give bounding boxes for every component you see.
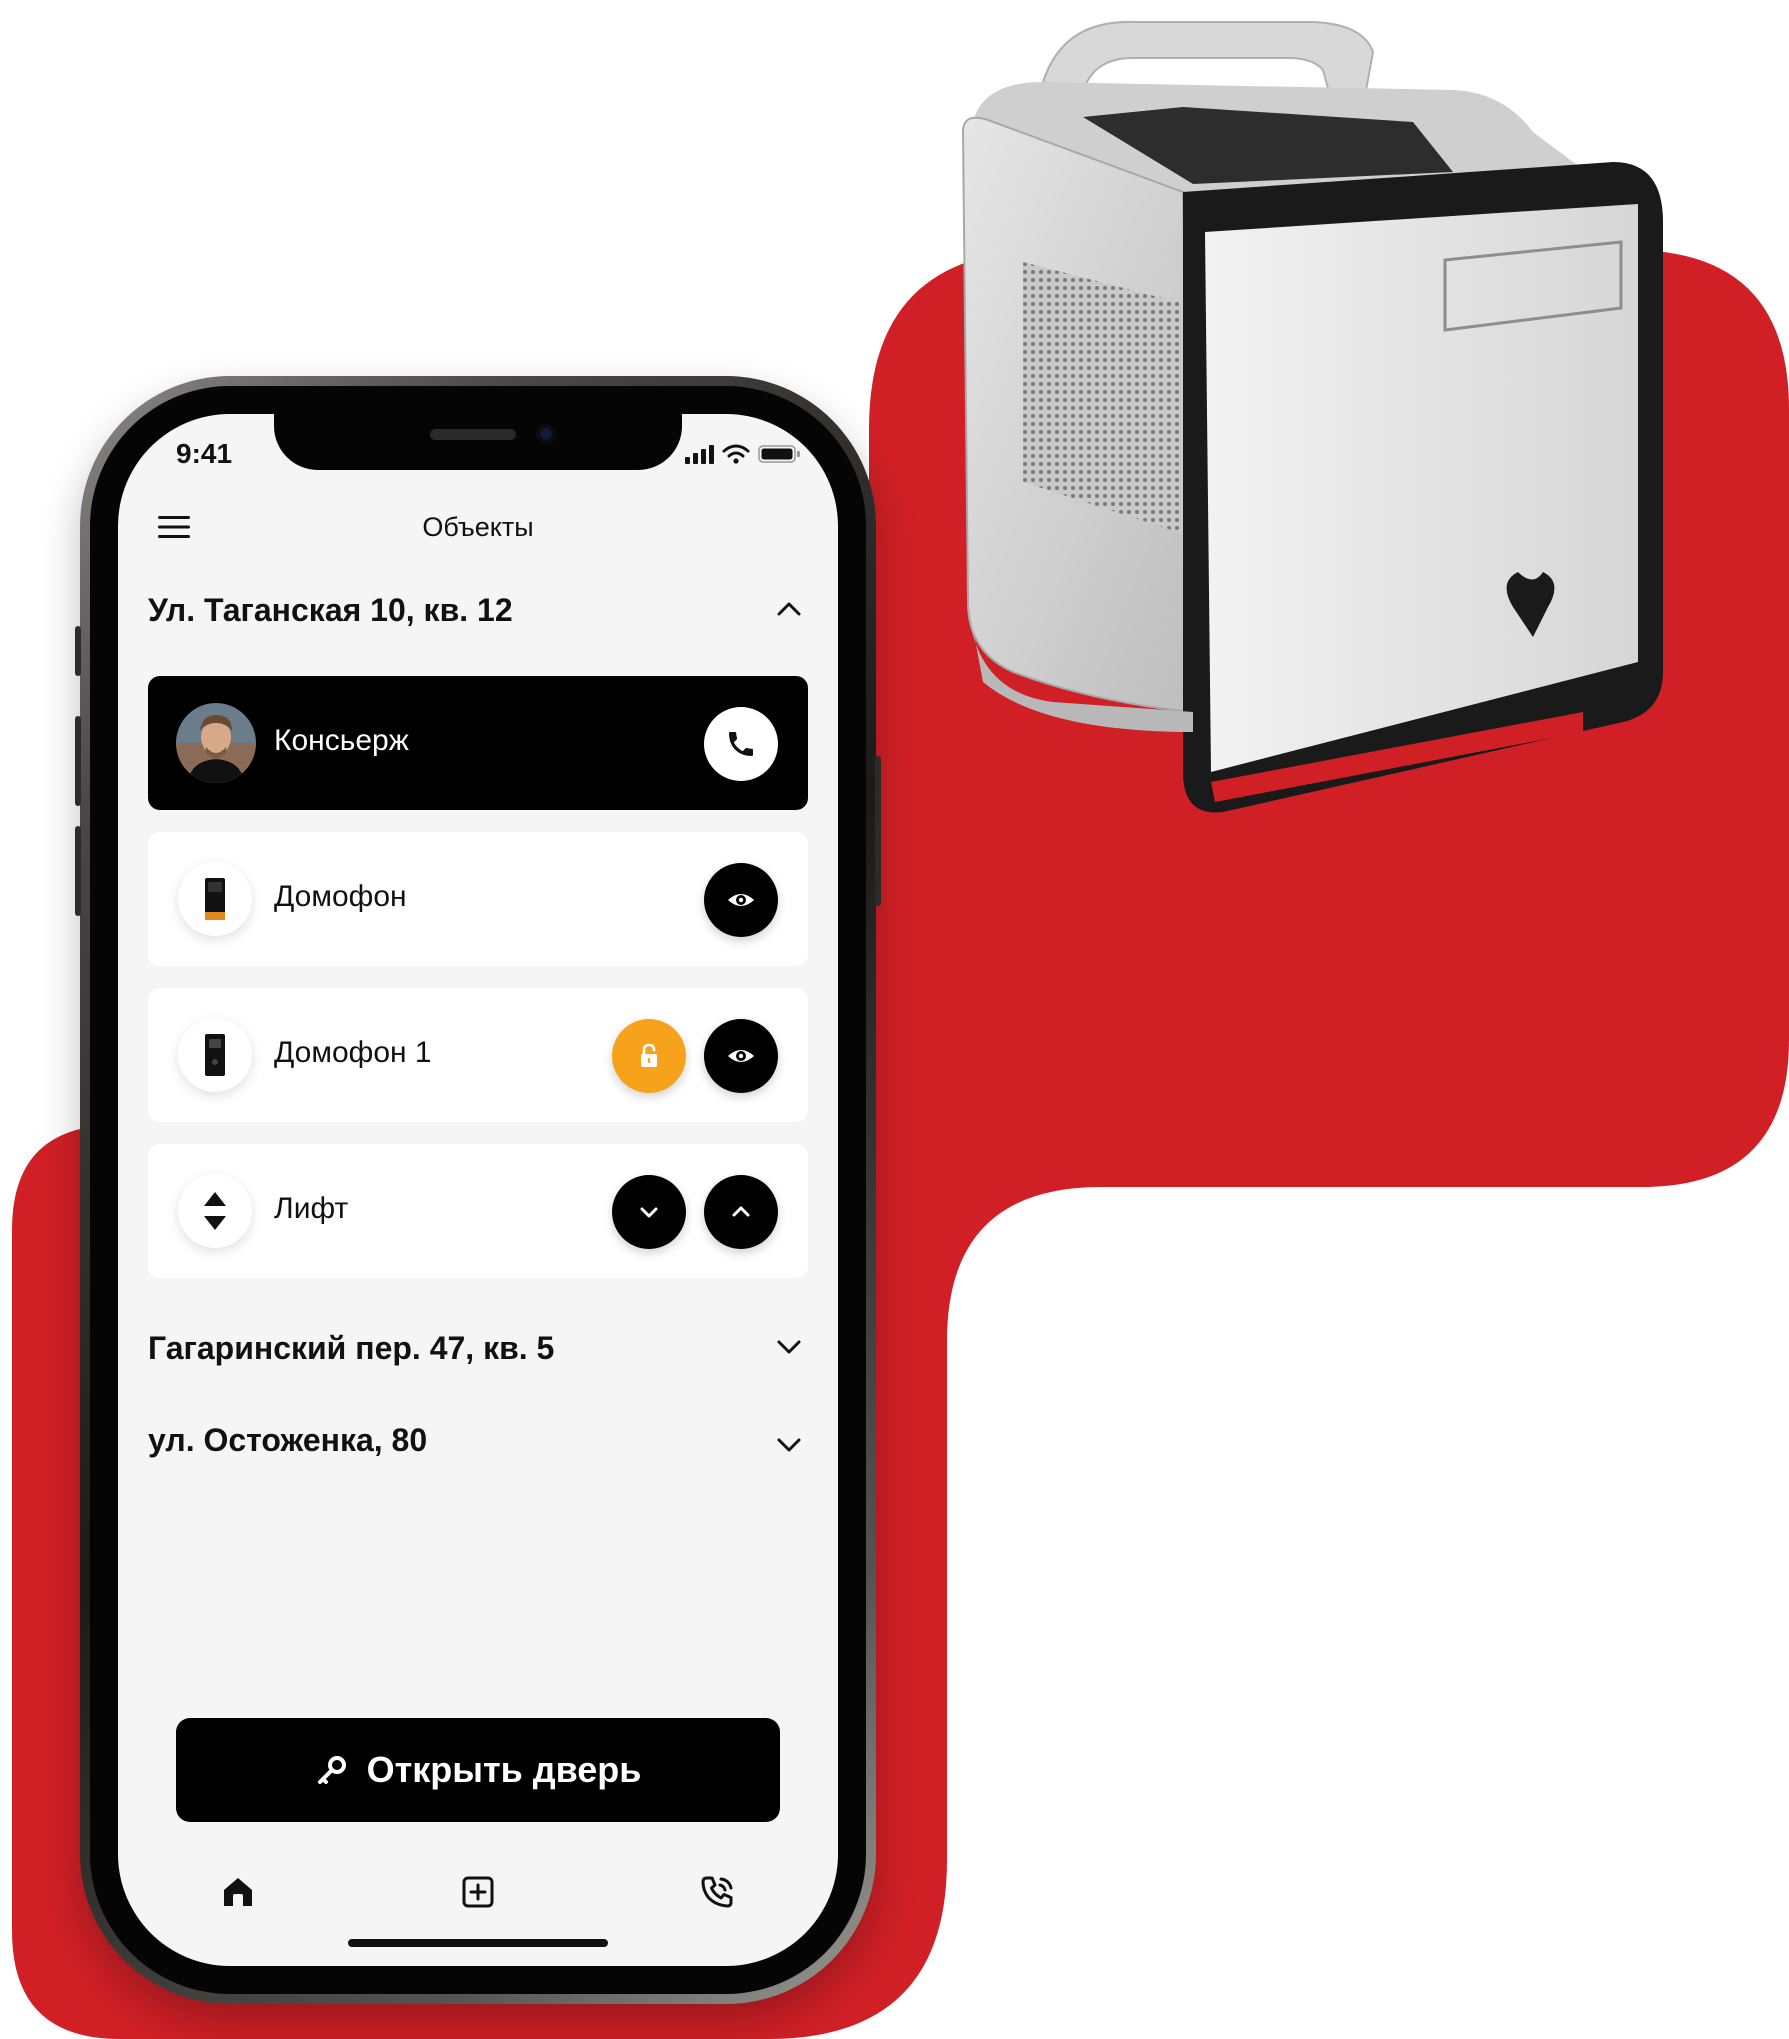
notch — [274, 414, 682, 470]
elevator-up-button[interactable] — [704, 1175, 778, 1249]
row-icon-circle — [178, 1174, 252, 1248]
section-title: Гагаринский пер. 47, кв. 5 — [148, 1330, 555, 1366]
unlock-icon — [641, 1043, 657, 1067]
view-intercom-button[interactable] — [704, 863, 778, 937]
volume-down-button — [75, 826, 81, 916]
list-item-concierge[interactable]: Консьерж — [148, 676, 808, 810]
avatar — [176, 703, 256, 783]
tab-add[interactable] — [454, 1868, 502, 1916]
tab-calls[interactable] — [694, 1868, 742, 1916]
row-label: Консьерж — [274, 724, 409, 757]
chevron-down-icon — [640, 1207, 658, 1218]
section-header-gagarinsky[interactable]: Гагаринский пер. 47, кв. 5 — [148, 1320, 808, 1374]
status-icons — [684, 444, 802, 464]
key-icon — [317, 1756, 346, 1784]
smartphone-mockup: 9:41 Объекты Ул. Таганская 10, кв. 12 Ко… — [75, 376, 881, 2004]
volume-up-button — [75, 716, 81, 806]
app-screen: 9:41 Объекты Ул. Таганская 10, кв. 12 Ко… — [118, 414, 838, 1966]
open-door-button[interactable]: Открыть дверь — [176, 1718, 780, 1822]
add-square-icon — [462, 1876, 494, 1908]
phone-icon — [729, 732, 753, 756]
wifi-icon — [722, 444, 750, 464]
open-door-label: Открыть дверь — [366, 1749, 642, 1790]
home-indicator — [348, 1939, 608, 1947]
elevator-icon — [204, 1192, 226, 1230]
list-item-intercom[interactable]: Домофон — [148, 832, 808, 966]
power-button — [875, 756, 881, 906]
tab-bar — [118, 1854, 838, 1934]
mute-switch — [75, 626, 81, 676]
intercom-icon — [205, 1034, 225, 1076]
row-label: Домофон — [274, 880, 407, 913]
row-label: Домофон 1 — [274, 1036, 432, 1069]
page-title: Объекты — [422, 512, 534, 542]
phone-call-icon — [701, 1876, 733, 1908]
chevron-up-icon — [777, 602, 801, 616]
section-header-ostozhenka[interactable]: ул. Остоженка, 80 — [148, 1412, 808, 1466]
signal-icon — [685, 445, 714, 464]
front-camera — [536, 424, 556, 444]
speaker-grille — [430, 429, 516, 440]
home-icon — [224, 1878, 252, 1906]
app-header: Объекты — [118, 494, 838, 560]
elevator-down-button[interactable] — [612, 1175, 686, 1249]
battery-icon — [758, 445, 800, 463]
pc-case-illustration — [961, 20, 1663, 813]
row-label: Лифт — [274, 1192, 349, 1225]
intercom-icon — [205, 878, 225, 920]
eye-icon — [728, 894, 754, 906]
row-icon-circle — [178, 862, 252, 936]
call-concierge-button[interactable] — [704, 707, 778, 781]
status-time: 9:41 — [176, 438, 233, 469]
tab-home[interactable] — [214, 1868, 262, 1916]
chevron-down-icon — [777, 1438, 801, 1452]
section-title: Ул. Таганская 10, кв. 12 — [148, 592, 513, 628]
row-icon-circle — [178, 1018, 252, 1092]
view-intercom-1-button[interactable] — [704, 1019, 778, 1093]
chevron-up-icon — [732, 1206, 750, 1217]
section-header-taganskaya[interactable]: Ул. Таганская 10, кв. 12 — [148, 582, 808, 636]
unlock-intercom-1-button[interactable] — [612, 1019, 686, 1093]
section-title: ул. Остоженка, 80 — [148, 1422, 428, 1458]
list-item-intercom-1[interactable]: Домофон 1 — [148, 988, 808, 1122]
eye-icon — [728, 1050, 754, 1062]
list-item-elevator[interactable]: Лифт — [148, 1144, 808, 1278]
chevron-down-icon — [777, 1340, 801, 1354]
